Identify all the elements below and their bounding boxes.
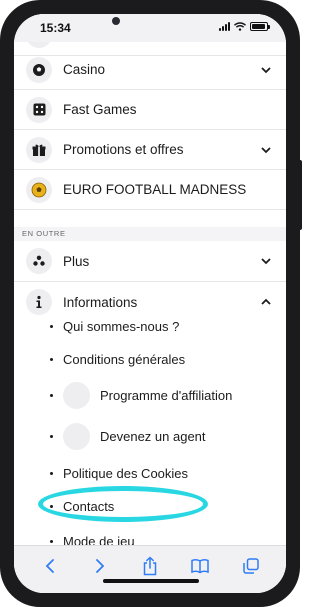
agent-icon-placeholder (63, 422, 90, 450)
forward-button[interactable] (89, 555, 111, 577)
info-subitem-label: Programme d'affiliation (100, 387, 233, 403)
bullet (50, 357, 53, 361)
bullet (50, 434, 53, 438)
menu-item-casino[interactable]: Casino (14, 50, 286, 90)
info-subitem-label: Conditions générales (63, 351, 186, 367)
power-button (298, 160, 302, 230)
chevron-up-icon[interactable] (260, 296, 272, 308)
phone-screen: 15:34 Casino Fast Games Promotions et of… (14, 14, 286, 593)
wifi-icon (234, 22, 246, 31)
menu-item-label: Fast Games (63, 102, 137, 117)
bullet (50, 539, 53, 543)
info-subitem-agent[interactable]: Devenez un agent (14, 421, 286, 451)
status-time: 15:34 (40, 21, 71, 35)
menu-item-label: EURO FOOTBALL MADNESS (63, 182, 247, 197)
back-icon (45, 559, 54, 573)
chevron-down-icon[interactable] (260, 64, 272, 76)
chevron-down-icon[interactable] (260, 144, 272, 156)
info-subitem-terms[interactable]: Conditions générales (14, 344, 286, 374)
gold-ball-icon (26, 176, 52, 203)
front-camera (112, 17, 120, 25)
status-bar: 15:34 (14, 14, 286, 42)
menu-item-label: Promotions et offres (63, 142, 184, 157)
side-menu: Casino Fast Games Promotions et offres E… (14, 14, 286, 593)
menu-item-plus[interactable]: Plus (14, 241, 286, 282)
affiliation-icon-placeholder (63, 381, 90, 409)
menu-item-label: Plus (63, 253, 90, 269)
menu-item-euro-football[interactable]: EURO FOOTBALL MADNESS (14, 170, 286, 210)
menu-item-promotions[interactable]: Promotions et offres (14, 130, 286, 170)
phone-frame: 15:34 Casino Fast Games Promotions et of… (0, 0, 302, 607)
share-icon (143, 556, 157, 576)
browser-toolbar (14, 545, 286, 593)
info-subitem-affiliation[interactable]: Programme d'affiliation (14, 380, 286, 410)
bookmarks-button[interactable] (189, 555, 211, 577)
tabs-button[interactable] (240, 555, 262, 577)
gift-icon (26, 136, 52, 163)
info-subitem-label: Politique des Cookies (63, 465, 189, 481)
chevron-down-icon[interactable] (260, 255, 272, 267)
tabs-icon (243, 558, 259, 574)
share-button[interactable] (139, 555, 161, 577)
forward-icon (96, 559, 105, 573)
menu-item-label: Casino (63, 62, 106, 77)
cellular-signal-icon (219, 22, 230, 31)
menu-item-label: Informations (63, 294, 138, 310)
dots-icon (26, 248, 52, 274)
dice-icon (26, 96, 52, 123)
info-subitem-label: Qui sommes-nous ? (63, 318, 180, 334)
info-subitem-label: Devenez un agent (100, 428, 206, 444)
mute-switch (0, 92, 2, 122)
bullet (50, 393, 53, 397)
bullet (50, 324, 53, 328)
battery-icon (250, 22, 270, 31)
home-indicator (103, 579, 199, 583)
contacts-highlight-ellipse (38, 486, 208, 522)
menu-item-fast-games[interactable]: Fast Games (14, 90, 286, 130)
volume-up-button (0, 140, 2, 188)
info-subitem-cookies[interactable]: Politique des Cookies (14, 458, 286, 488)
back-button[interactable] (39, 555, 61, 577)
info-subitem-about[interactable]: Qui sommes-nous ? (14, 311, 286, 341)
bullet (50, 471, 53, 475)
status-icons (219, 22, 270, 31)
bookmarks-icon (191, 559, 209, 574)
section-header: EN OUTRE (14, 227, 286, 241)
volume-down-button (0, 198, 2, 246)
soccer-ball-icon (26, 56, 52, 83)
